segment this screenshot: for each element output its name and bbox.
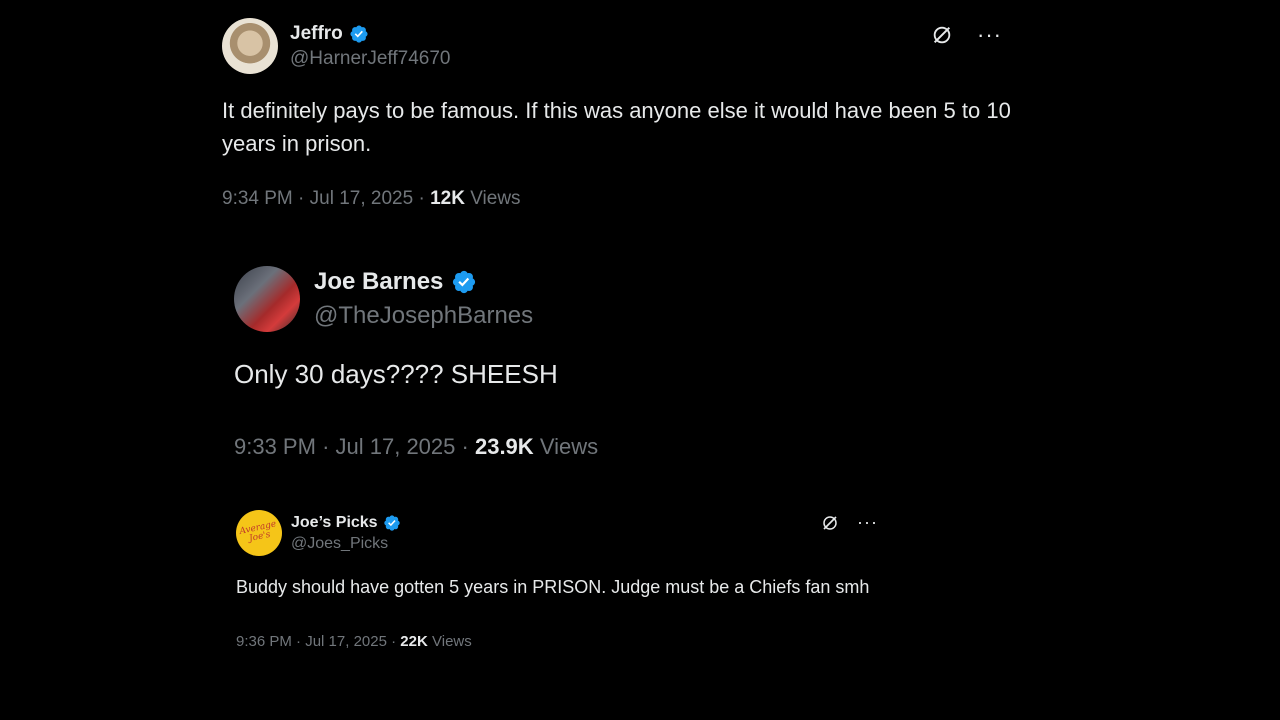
tweet-header: Joe Barnes @TheJosephBarnes	[234, 266, 794, 332]
views-count: 23.9K	[474, 434, 534, 459]
views-label: Views	[539, 434, 599, 459]
timestamp[interactable]: 9:33 PM	[234, 434, 316, 459]
more-options-icon[interactable]: ···	[977, 22, 1002, 48]
views-label: Views	[470, 188, 521, 209]
author-names: Joe Barnes @TheJosephBarnes	[314, 268, 533, 330]
avatar-logo-text: Average Joe's	[238, 519, 278, 545]
author-names: Joe’s Picks @Joes_Picks	[291, 514, 401, 553]
tweet-meta: 9:34 PM · Jul 17, 2025 · 12K Views	[222, 188, 1012, 210]
avatar[interactable]	[222, 18, 278, 74]
display-name[interactable]: Joe’s Picks	[291, 514, 378, 532]
handle[interactable]: @HarnerJeff74670	[290, 48, 450, 70]
separator: ·	[322, 434, 330, 459]
timestamp[interactable]: 9:36 PM	[236, 633, 292, 650]
date[interactable]: Jul 17, 2025	[305, 633, 387, 650]
verified-badge-icon	[383, 514, 400, 531]
views-label: Views	[432, 633, 472, 650]
tweet-card[interactable]: Joe Barnes @TheJosephBarnes Only 30 days…	[234, 266, 794, 460]
separator: ·	[461, 434, 469, 459]
avatar[interactable]	[234, 266, 300, 332]
tweet-header: Jeffro @HarnerJeff74670 ···	[222, 18, 1012, 74]
verified-badge-icon	[350, 24, 368, 43]
timestamp[interactable]: 9:34 PM	[222, 188, 293, 209]
author-names: Jeffro @HarnerJeff74670	[290, 23, 450, 70]
verified-badge-icon	[453, 270, 476, 294]
separator: ·	[296, 633, 302, 650]
tweet-actions: ···	[931, 22, 1002, 48]
date[interactable]: Jul 17, 2025	[310, 188, 414, 209]
tweet-meta: 9:36 PM · Jul 17, 2025 · 22K Views	[236, 633, 886, 650]
tweet-text: Buddy should have gotten 5 years in PRIS…	[236, 577, 870, 597]
handle[interactable]: @TheJosephBarnes	[314, 302, 533, 330]
grok-icon[interactable]	[931, 24, 953, 46]
more-options-icon[interactable]: ···	[857, 512, 878, 533]
views-count: 22K	[400, 633, 428, 650]
date[interactable]: Jul 17, 2025	[336, 434, 456, 459]
views-count: 12K	[430, 188, 465, 209]
tweet-card[interactable]: Jeffro @HarnerJeff74670 ··· It definitel…	[222, 18, 1012, 210]
separator: ·	[391, 633, 397, 650]
handle[interactable]: @Joes_Picks	[291, 535, 401, 553]
separator: ·	[418, 188, 425, 209]
display-name[interactable]: Joe Barnes	[314, 268, 443, 296]
display-name[interactable]: Jeffro	[290, 23, 343, 45]
avatar[interactable]: Average Joe's	[236, 510, 282, 556]
tweet-text: It definitely pays to be famous. If this…	[222, 98, 1011, 156]
separator: ·	[298, 188, 305, 209]
tweet-header: Average Joe's Joe’s Picks @Joes_Picks ··…	[236, 510, 886, 556]
grok-icon[interactable]	[821, 514, 839, 532]
tweet-card[interactable]: Average Joe's Joe’s Picks @Joes_Picks ··…	[236, 510, 886, 650]
tweet-actions: ···	[821, 512, 878, 533]
tweet-text: Only 30 days???? SHEESH	[234, 359, 558, 389]
tweet-meta: 9:33 PM · Jul 17, 2025 · 23.9K Views	[234, 434, 794, 460]
